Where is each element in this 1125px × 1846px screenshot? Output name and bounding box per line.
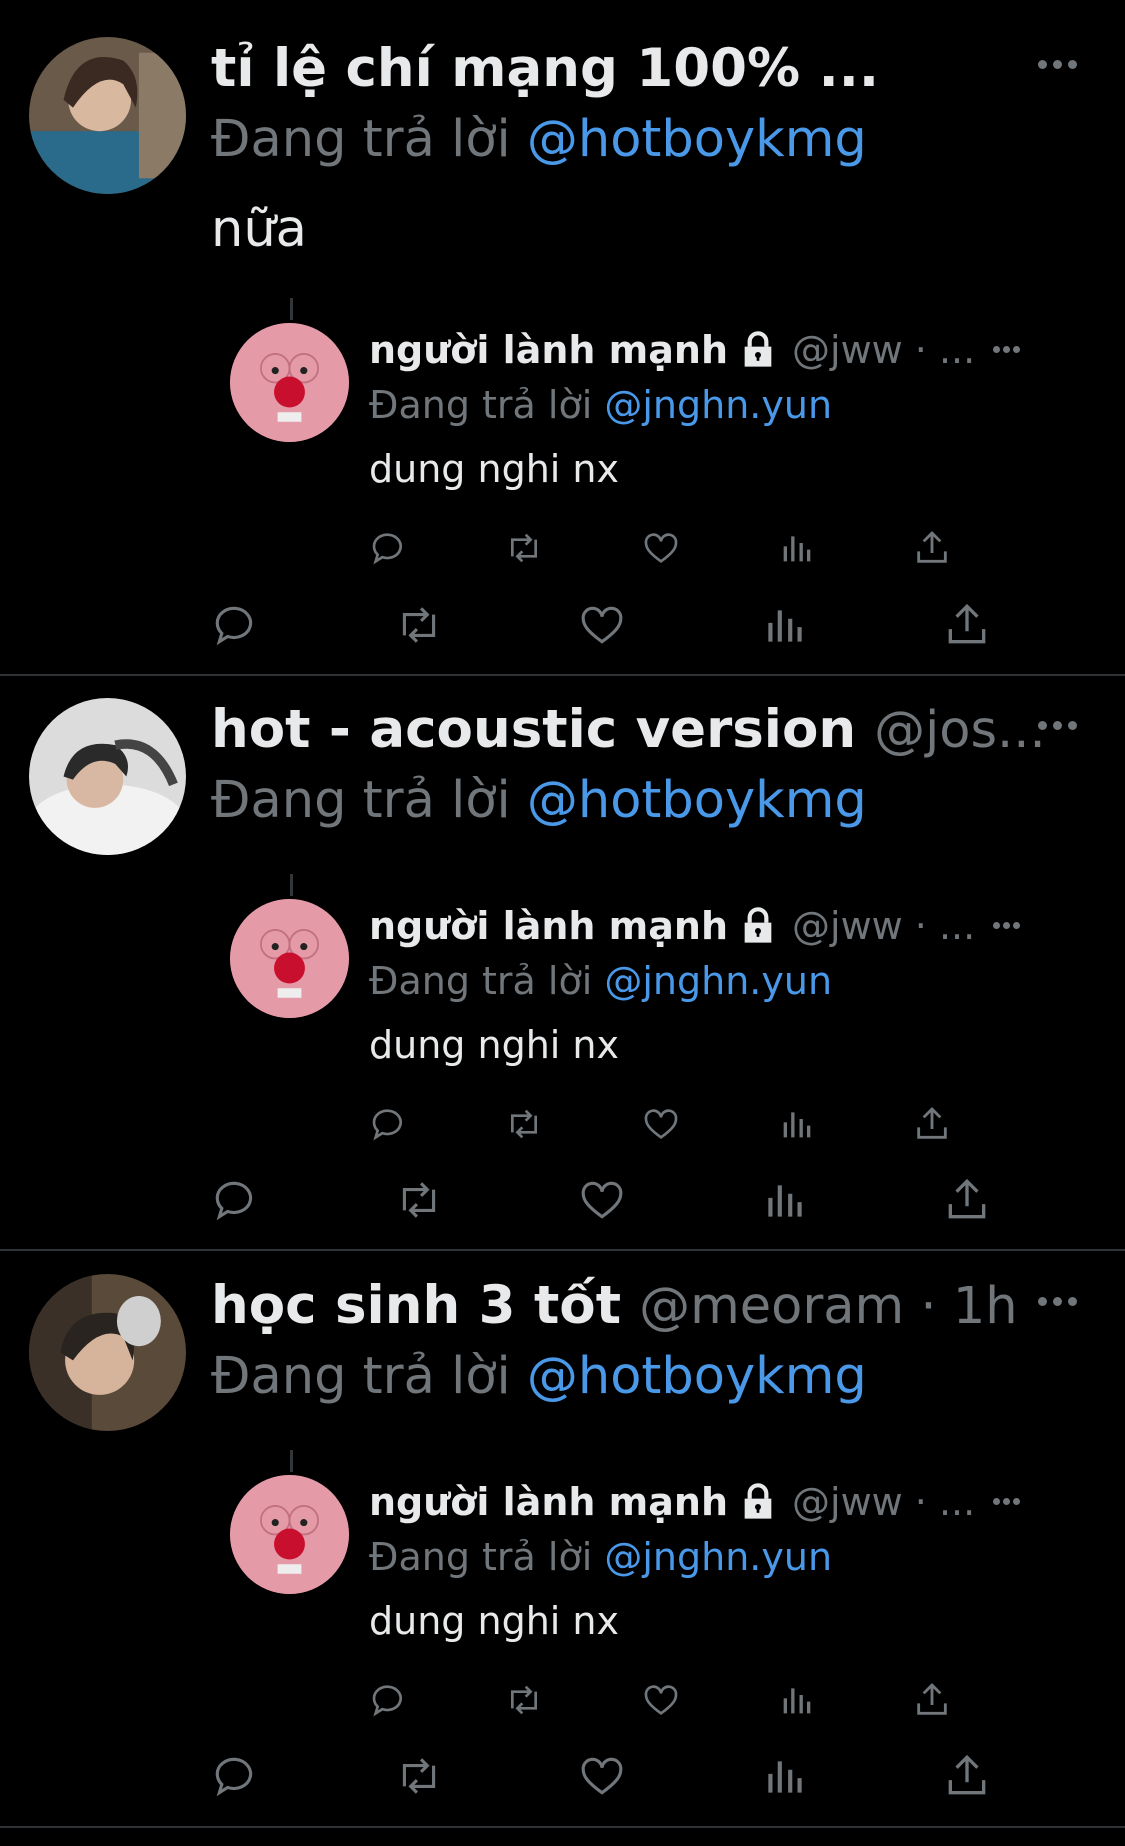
retweet-icon[interactable] — [504, 1680, 544, 1720]
replying-to: Đang trả lời @hotboykmg — [211, 110, 867, 169]
reply-mention[interactable]: @jnghn.yun — [604, 383, 832, 427]
reply-mention[interactable]: @hotboykmg — [527, 110, 867, 169]
reply-icon[interactable] — [211, 600, 261, 650]
views-icon[interactable] — [777, 528, 817, 568]
reply-mention[interactable]: @jnghn.yun — [604, 1535, 832, 1579]
retweet-icon[interactable] — [504, 528, 544, 568]
action-bar — [211, 1751, 1001, 1801]
reply-prefix: Đang trả lời — [211, 1347, 511, 1406]
handle[interactable]: @jww · ... — [792, 328, 975, 372]
handle[interactable]: @jos... — [874, 701, 1046, 760]
action-bar — [369, 1680, 969, 1720]
tweet[interactable]: hot - acoustic version @jos... Đang trả … — [0, 661, 1125, 1249]
reply-icon[interactable] — [211, 1751, 261, 1801]
avatar[interactable] — [230, 899, 349, 1018]
tweet[interactable]: tỉ lệ chí mạng 100% ... Đang trả lời @ho… — [0, 0, 1125, 674]
action-bar — [211, 600, 1001, 650]
avatar[interactable] — [230, 1475, 349, 1594]
like-icon[interactable] — [577, 600, 627, 650]
retweet-icon[interactable] — [504, 1104, 544, 1144]
reply-prefix: Đang trả lời — [369, 959, 593, 1003]
views-icon[interactable] — [760, 1175, 810, 1225]
share-icon[interactable] — [912, 528, 952, 568]
reply-icon[interactable] — [211, 1175, 261, 1225]
avatar[interactable] — [29, 37, 186, 194]
handle[interactable]: @jww · ... — [792, 1480, 975, 1524]
reply-mention[interactable]: @hotboykmg — [527, 771, 867, 830]
display-name[interactable]: người lành mạnh — [369, 328, 728, 372]
more-icon[interactable] — [1038, 719, 1078, 733]
share-icon[interactable] — [912, 1104, 952, 1144]
thread-line — [290, 1450, 293, 1472]
lock-icon — [738, 1482, 778, 1522]
more-icon[interactable] — [1038, 1295, 1078, 1309]
share-icon[interactable] — [942, 600, 992, 650]
share-icon[interactable] — [942, 1175, 992, 1225]
retweet-icon[interactable] — [394, 1175, 444, 1225]
handle[interactable]: @jww · ... — [792, 904, 975, 948]
reply-prefix: Đang trả lời — [211, 110, 511, 169]
replying-to: Đang trả lời @hotboykmg — [211, 771, 867, 830]
reply-prefix: Đang trả lời — [369, 1535, 593, 1579]
action-bar — [369, 528, 969, 568]
reply-mention[interactable]: @hotboykmg — [527, 1347, 867, 1406]
display-name[interactable]: người lành mạnh — [369, 904, 728, 948]
more-icon[interactable] — [993, 921, 1021, 931]
replying-to: Đang trả lời @hotboykmg — [211, 1347, 867, 1406]
views-icon[interactable] — [777, 1680, 817, 1720]
avatar[interactable] — [29, 698, 186, 855]
reply-mention[interactable]: @jnghn.yun — [604, 959, 832, 1003]
tweet[interactable]: học sinh 3 tốt @meoram · 1h Đang trả lời… — [0, 1237, 1125, 1827]
tweet-text: dung nghi nx — [369, 1023, 619, 1067]
replying-to: Đang trả lời @jnghn.yun — [369, 959, 832, 1003]
replying-to: Đang trả lời @jnghn.yun — [369, 383, 832, 427]
reply-prefix: Đang trả lời — [211, 771, 511, 830]
tweet-text: nữa — [211, 200, 307, 259]
avatar[interactable] — [29, 1274, 186, 1431]
reply-icon[interactable] — [369, 1680, 409, 1720]
divider — [0, 1826, 1125, 1828]
retweet-icon[interactable] — [394, 600, 444, 650]
more-icon[interactable] — [1038, 58, 1078, 72]
action-bar — [211, 1175, 1001, 1225]
retweet-icon[interactable] — [394, 1751, 444, 1801]
handle[interactable]: @meoram · 1h — [639, 1277, 1018, 1336]
like-icon[interactable] — [641, 1680, 681, 1720]
reply-prefix: Đang trả lời — [369, 383, 593, 427]
views-icon[interactable] — [777, 1104, 817, 1144]
tweet-text: dung nghi nx — [369, 447, 619, 491]
views-icon[interactable] — [760, 1751, 810, 1801]
share-icon[interactable] — [912, 1680, 952, 1720]
like-icon[interactable] — [577, 1175, 627, 1225]
like-icon[interactable] — [641, 1104, 681, 1144]
share-icon[interactable] — [942, 1751, 992, 1801]
more-icon[interactable] — [993, 1497, 1021, 1507]
display-name[interactable]: hot - acoustic version — [211, 699, 856, 760]
display-name[interactable]: học sinh 3 tốt — [211, 1275, 621, 1336]
reply-icon[interactable] — [369, 528, 409, 568]
views-icon[interactable] — [760, 600, 810, 650]
display-name[interactable]: người lành mạnh — [369, 1480, 728, 1524]
thread-line — [290, 298, 293, 320]
replying-to: Đang trả lời @jnghn.yun — [369, 1535, 832, 1579]
tweet-text: dung nghi nx — [369, 1599, 619, 1643]
like-icon[interactable] — [577, 1751, 627, 1801]
lock-icon — [738, 330, 778, 370]
thread-line — [290, 874, 293, 896]
avatar[interactable] — [230, 323, 349, 442]
like-icon[interactable] — [641, 528, 681, 568]
more-icon[interactable] — [993, 345, 1021, 355]
reply-icon[interactable] — [369, 1104, 409, 1144]
action-bar — [369, 1104, 969, 1144]
display-name[interactable]: tỉ lệ chí mạng 100% ... — [211, 38, 879, 99]
lock-icon — [738, 906, 778, 946]
